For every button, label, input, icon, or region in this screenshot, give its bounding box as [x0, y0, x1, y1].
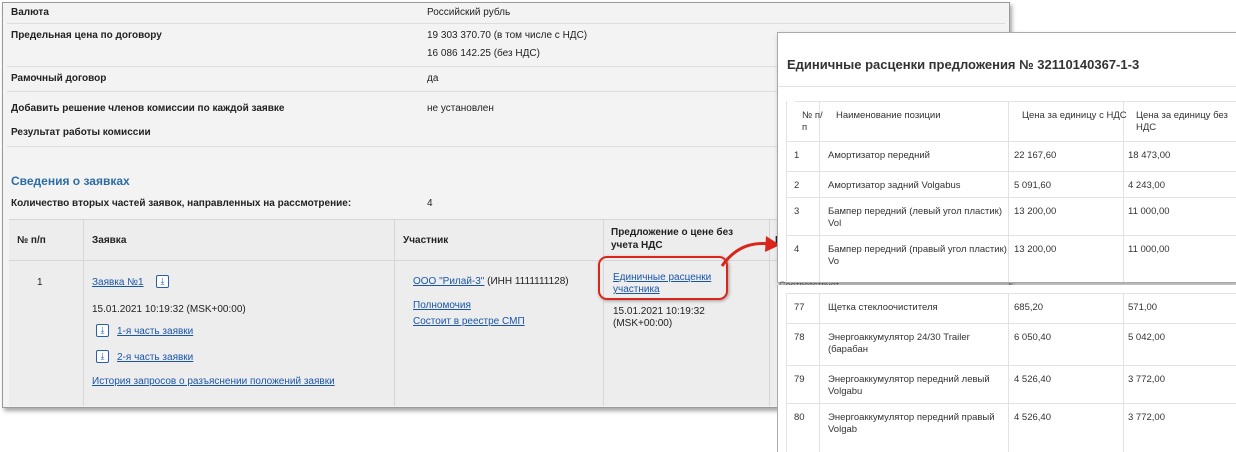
cell-name: Амортизатор передний: [828, 150, 930, 161]
cell-price-novat: 3 772,00: [1128, 374, 1165, 385]
col-num-header: № п/п: [802, 110, 823, 133]
cell-price-vat: 685,20: [1014, 302, 1044, 313]
unit-prices-table: 77 Щетка стеклоочистителя 685,20 571,00 …: [786, 293, 1236, 452]
header-num: № п/п: [17, 235, 46, 246]
powers-link[interactable]: Полномочия: [413, 300, 471, 311]
arrow-icon: [720, 236, 780, 267]
cell-name: Энергоаккумулятор 24/30 Trailer (барабан: [828, 332, 970, 355]
table-row: 4 Бампер передний (правый угол пластик) …: [787, 235, 1236, 276]
column-divider: [394, 220, 395, 406]
table-header-row: № п/п Наименование позиции Цена за едини…: [795, 101, 1236, 142]
cell-name: Энергоаккумулятор передний правый Volgab: [828, 412, 995, 435]
unit-prices-popup-continued: 77 Щетка стеклоочистителя 685,20 571,00 …: [777, 285, 1236, 452]
download-icon[interactable]: ⤓: [96, 350, 109, 363]
table-row: 77 Щетка стеклоочистителя 685,20 571,00: [787, 293, 1236, 324]
cell-price-novat: 18 473,00: [1128, 150, 1171, 161]
cell-price-vat: 4 526,40: [1014, 412, 1051, 423]
cell-name: Энергоаккумулятор передний левый Volgabu: [828, 374, 990, 397]
applications-count-label: Количество вторых частей заявок, направл…: [11, 198, 352, 209]
offer-datetime: 15.01.2021 10:19:32 (MSK+00:00): [613, 306, 705, 329]
framework-label: Рамочный договор: [11, 73, 107, 84]
col-price-vat-header: Цена за единицу с НДС: [1022, 110, 1127, 121]
applications-section-title: Сведения о заявках: [11, 174, 130, 188]
cell-num: 79: [794, 374, 805, 385]
cell-price-vat: 5 091,60: [1014, 180, 1051, 191]
header-application: Заявка: [92, 235, 127, 246]
cell-price-vat: 22 167,60: [1014, 150, 1057, 161]
table-row: 3 Бампер передний (левый угол пластик) V…: [787, 197, 1236, 236]
participant-cell: ООО "Рилай-3" (ИНН 1111111128): [413, 276, 569, 287]
part1-link[interactable]: 1-я часть заявки: [117, 326, 193, 337]
cell-name: Амортизатор задний Volgabus: [828, 180, 961, 191]
table-row: 1 Амортизатор передний 22 167,60 18 473,…: [787, 141, 1236, 172]
max-price-novat: 16 086 142.25 (без НДС): [427, 48, 540, 59]
header-participant: Участник: [403, 235, 449, 246]
col-price-novat-header: Цена за единицу без НДС: [1136, 110, 1228, 133]
cell-price-vat: 13 200,00: [1014, 206, 1057, 217]
cell-num: 80: [794, 412, 805, 423]
cell-num: 4: [794, 244, 800, 255]
cell-num: 77: [794, 302, 805, 313]
cell-price-novat: 3 772,00: [1128, 412, 1165, 423]
divider: [778, 86, 1236, 87]
add-decision-value: не установлен: [427, 103, 494, 114]
column-divider: [83, 220, 84, 406]
cell-price-novat: 11 000,00: [1128, 206, 1170, 217]
popup-title: Единичные расценки предложения № 3211014…: [787, 57, 1140, 72]
table-row: 78 Энергоаккумулятор 24/30 Trailer (бара…: [787, 323, 1236, 366]
cell-name: Бампер передний (правый угол пластик) Vo: [828, 244, 1007, 267]
cell-num: 2: [794, 180, 800, 191]
col-name-header: Наименование позиции: [836, 110, 941, 121]
history-link[interactable]: История запросов о разъяснении положений…: [92, 376, 335, 387]
cell-price-novat: 11 000,00: [1128, 244, 1170, 255]
add-decision-label: Добавить решение членов комиссии по кажд…: [11, 103, 285, 114]
smp-register-link[interactable]: Состоит в реестре СМП: [413, 316, 525, 327]
download-icon[interactable]: ⤓: [156, 275, 169, 288]
table-row: 2 Амортизатор задний Volgabus 5 091,60 4…: [787, 171, 1236, 198]
cell-price-vat: 4 526,40: [1014, 374, 1051, 385]
application-datetime: 15.01.2021 10:19:32 (MSK+00:00): [92, 304, 246, 315]
cell-name: Щетка стеклоочистителя: [828, 302, 938, 313]
applications-count-value: 4: [427, 198, 433, 209]
cell-price-novat: 571,00: [1128, 302, 1158, 313]
part2-link[interactable]: 2-я часть заявки: [117, 352, 193, 363]
currency-label: Валюта: [11, 7, 49, 18]
cell-num: 3: [794, 206, 800, 217]
cell-price-vat: 6 050,40: [1014, 332, 1051, 343]
cell-price-novat: 4 243,00: [1128, 180, 1165, 191]
cell-num: 78: [794, 332, 805, 343]
column-divider: [603, 220, 604, 406]
participant-link[interactable]: ООО "Рилай-3": [413, 276, 484, 287]
divider: [7, 23, 1005, 24]
table-row: 79 Энергоаккумулятор передний левый Volg…: [787, 365, 1236, 404]
commission-result-label: Результат работы комиссии: [11, 127, 151, 138]
table-row: 80 Энергоаккумулятор передний правый Vol…: [787, 403, 1236, 452]
max-price-vat: 19 303 370.70 (в том числе с НДС): [427, 30, 588, 41]
participant-inn: (ИНН 1111111128): [487, 276, 569, 287]
unit-prices-popup: Единичные расценки предложения № 3211014…: [777, 32, 1236, 283]
cell-name: Бампер передний (левый угол пластик) Vol: [828, 206, 1003, 229]
row-num: 1: [37, 277, 43, 288]
framework-value: да: [427, 73, 439, 84]
application-link[interactable]: Заявка №1: [92, 277, 144, 288]
cell-num: 1: [794, 150, 800, 161]
unit-prices-table: № п/п Наименование позиции Цена за едини…: [786, 101, 1236, 282]
max-price-label: Предельная цена по договору: [11, 30, 162, 41]
cell-price-vat: 13 200,00: [1014, 244, 1057, 255]
download-icon[interactable]: ⤓: [96, 324, 109, 337]
currency-value: Российский рубль: [427, 7, 511, 18]
highlight-frame: [598, 256, 728, 300]
cell-price-novat: 5 042,00: [1128, 332, 1165, 343]
